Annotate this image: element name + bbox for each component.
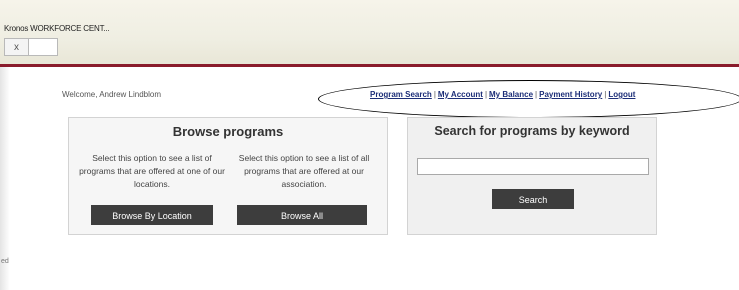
nav-separator: |: [604, 90, 607, 99]
browse-all-button[interactable]: Browse All: [237, 205, 367, 225]
nav-program-search[interactable]: Program Search: [370, 90, 432, 99]
nav-my-account[interactable]: My Account: [438, 90, 483, 99]
browse-by-location-button[interactable]: Browse By Location: [91, 205, 213, 225]
close-tab-icon[interactable]: x: [4, 38, 28, 56]
browser-tab[interactable]: [28, 38, 58, 56]
annotation-oval: [318, 80, 739, 118]
nav-logout[interactable]: Logout: [608, 90, 635, 99]
keyword-search-input[interactable]: [417, 158, 649, 175]
search-button[interactable]: Search: [492, 189, 574, 209]
browse-title: Browse programs: [172, 124, 284, 139]
header-accent-bar: [0, 64, 739, 67]
browser-chrome: Kronos WORKFORCE CENT... x: [0, 0, 739, 67]
nav-separator: |: [433, 90, 436, 99]
search-title: Search for programs by keyword: [434, 124, 630, 138]
clipped-text-fragment: ed: [1, 258, 9, 265]
browse-all-description: Select this option to see a list of all …: [238, 153, 370, 189]
top-nav: Program Search | My Account | My Balance | Pay…: [370, 90, 635, 99]
window-title: Kronos WORKFORCE CENT...: [4, 24, 110, 33]
nav-my-balance[interactable]: My Balance: [489, 90, 533, 99]
nav-separator: |: [484, 90, 488, 99]
nav-separator: |: [535, 90, 538, 99]
browse-programs-panel: Browse programs Select this option to se…: [68, 117, 388, 235]
browse-location-description: Select this option to see a list of prog…: [79, 153, 225, 189]
welcome-message: Welcome, Andrew Lindblom: [62, 90, 162, 99]
keyword-search-panel: Search for programs by keyword Search: [407, 117, 657, 235]
nav-payment-history[interactable]: Payment History: [539, 90, 602, 99]
left-edge-shadow: [0, 67, 10, 290]
